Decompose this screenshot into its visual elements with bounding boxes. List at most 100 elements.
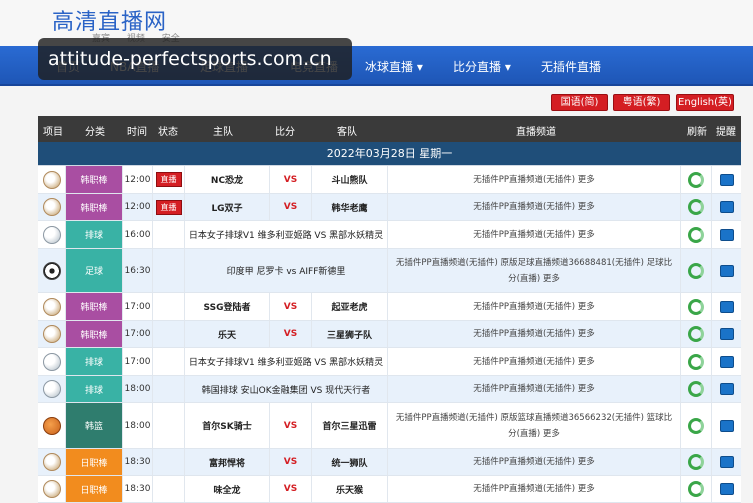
- score-vs: VS: [270, 321, 312, 347]
- refresh-icon[interactable]: [688, 326, 704, 342]
- reminder-icon[interactable]: [719, 456, 734, 468]
- lang-english-button[interactable]: English(英): [676, 94, 734, 111]
- away-team[interactable]: 起亚老虎: [312, 293, 388, 320]
- away-team[interactable]: 斗山熊队: [312, 166, 388, 193]
- live-channels[interactable]: 无插件PP直播频道(无插件) 更多: [388, 166, 681, 193]
- refresh-icon[interactable]: [688, 381, 704, 397]
- table-row: 排球 17:00 日本女子排球V1 维多利亚姬路 VS 黑部水妖精灵 无插件PP直播频…: [38, 348, 741, 376]
- category-label[interactable]: 韩职棒: [66, 166, 123, 193]
- live-badge[interactable]: 直播: [155, 172, 182, 187]
- refresh-icon[interactable]: [688, 298, 704, 315]
- remind-cell: [712, 166, 741, 193]
- home-team[interactable]: NC恐龙: [185, 166, 270, 193]
- refresh-cell: [681, 194, 712, 220]
- nav-item[interactable]: 冰球直播 ▾: [365, 58, 423, 75]
- table-row: 足球 16:30 印度甲 尼罗卡 vs AIFF新德里 无插件PP直播频道(无插件) …: [38, 249, 741, 293]
- table-body: 韩职棒 12:00 直播 NC恐龙 VS 斗山熊队 无插件PP直播频道(无插件) 更多 韩职棒…: [38, 166, 741, 503]
- volleyball-icon: [42, 225, 61, 244]
- status-cell: [153, 403, 185, 448]
- match-time: 18:00: [123, 376, 153, 402]
- category-label[interactable]: 日职棒: [66, 449, 123, 475]
- category-label[interactable]: 排球: [66, 376, 123, 402]
- match-time: 18:00: [123, 403, 153, 448]
- status-cell: [153, 249, 185, 292]
- remind-cell: [712, 293, 741, 320]
- refresh-cell: [681, 376, 712, 402]
- live-badge[interactable]: 直播: [155, 199, 182, 215]
- table-row: 韩职棒 17:00 SSG登陆者 VS 起亚老虎 无插件PP直播频道(无插件) 更多: [38, 293, 741, 321]
- home-team[interactable]: LG双子: [185, 194, 270, 220]
- live-channels[interactable]: 无插件PP直播频道(无插件) 更多: [388, 348, 681, 375]
- home-team[interactable]: SSG登陆者: [185, 293, 270, 320]
- refresh-icon[interactable]: [688, 353, 704, 370]
- reminder-icon[interactable]: [719, 201, 734, 213]
- match-name[interactable]: 日本女子排球V1 维多利亚姬路 VS 黑部水妖精灵: [185, 221, 388, 248]
- home-team[interactable]: 富邦悍将: [185, 449, 270, 475]
- match-name[interactable]: 印度甲 尼罗卡 vs AIFF新德里: [185, 249, 388, 292]
- category-label[interactable]: 排球: [66, 221, 123, 248]
- refresh-icon[interactable]: [688, 262, 704, 279]
- away-team[interactable]: 三星狮子队: [312, 321, 388, 347]
- category-label[interactable]: 韩职棒: [66, 293, 123, 320]
- category-label[interactable]: 韩职棒: [66, 321, 123, 347]
- reminder-icon[interactable]: [719, 264, 734, 277]
- category-label[interactable]: 韩职棒: [66, 194, 123, 220]
- away-team[interactable]: 韩华老鹰: [312, 194, 388, 220]
- match-name[interactable]: 日本女子排球V1 维多利亚姬路 VS 黑部水妖精灵: [185, 348, 388, 375]
- away-team[interactable]: 统一狮队: [312, 449, 388, 475]
- live-channels[interactable]: 无插件PP直播频道(无插件) 更多: [388, 449, 681, 475]
- nav-item[interactable]: 无插件直播: [541, 58, 601, 75]
- category-label[interactable]: 足球: [66, 249, 123, 292]
- remind-cell: [712, 348, 741, 375]
- refresh-icon[interactable]: [688, 171, 704, 188]
- lang-cantonese-button[interactable]: 粤语(繁): [613, 94, 670, 111]
- reminder-icon[interactable]: [719, 328, 734, 340]
- url-watermark: attitude-perfectsports.com.cn: [38, 38, 352, 80]
- away-team[interactable]: 乐天猴: [312, 476, 388, 502]
- live-channels[interactable]: 无插件PP直播频道(无插件) 原版篮球直播频道36566232(无插件) 篮球比…: [388, 403, 681, 448]
- home-team[interactable]: 乐天: [185, 321, 270, 347]
- away-team[interactable]: 首尔三星迅雷: [312, 403, 388, 448]
- lang-mandarin-button[interactable]: 国语(简): [551, 94, 608, 111]
- reminder-icon[interactable]: [719, 300, 734, 313]
- category-label[interactable]: 韩篮: [66, 403, 123, 448]
- live-channels[interactable]: 无插件PP直播频道(无插件) 更多: [388, 293, 681, 320]
- reminder-icon[interactable]: [719, 383, 734, 395]
- match-time: 17:00: [123, 348, 153, 375]
- live-channels[interactable]: 无插件PP直播频道(无插件) 更多: [388, 476, 681, 502]
- category-label[interactable]: 日职棒: [66, 476, 123, 502]
- live-channels[interactable]: 无插件PP直播频道(无插件) 更多: [388, 221, 681, 248]
- remind-cell: [712, 249, 741, 292]
- refresh-cell: [681, 166, 712, 193]
- reminder-icon[interactable]: [719, 355, 734, 368]
- col-header: 时间: [127, 127, 147, 138]
- home-team[interactable]: 首尔SK骑士: [185, 403, 270, 448]
- baseball-icon: [42, 453, 61, 471]
- sport-icon-cell: [38, 476, 66, 502]
- sport-icon-cell: [38, 293, 66, 320]
- reminder-icon[interactable]: [719, 173, 734, 186]
- status-cell: [153, 293, 185, 320]
- live-channels[interactable]: 无插件PP直播频道(无插件) 更多: [388, 194, 681, 220]
- live-channels[interactable]: 无插件PP直播频道(无插件) 更多: [388, 321, 681, 347]
- sport-icon-cell: [38, 249, 66, 292]
- table-row: 韩篮 18:00 首尔SK骑士 VS 首尔三星迅雷 无插件PP直播频道(无插件) 原版篮球…: [38, 403, 741, 449]
- refresh-cell: [681, 321, 712, 347]
- refresh-icon[interactable]: [688, 226, 704, 243]
- refresh-icon[interactable]: [688, 417, 704, 434]
- category-label[interactable]: 排球: [66, 348, 123, 375]
- reminder-icon[interactable]: [719, 228, 734, 241]
- live-channels[interactable]: 无插件PP直播频道(无插件) 原版足球直播频道36688481(无插件) 足球比…: [388, 249, 681, 292]
- live-channels[interactable]: 无插件PP直播频道(无插件) 更多: [388, 376, 681, 402]
- refresh-icon[interactable]: [688, 199, 704, 215]
- match-time: 18:30: [123, 476, 153, 502]
- nav-item[interactable]: 比分直播 ▾: [453, 58, 511, 75]
- reminder-icon[interactable]: [719, 483, 734, 495]
- remind-cell: [712, 194, 741, 220]
- home-team[interactable]: 味全龙: [185, 476, 270, 502]
- status-cell: [153, 348, 185, 375]
- reminder-icon[interactable]: [719, 419, 734, 432]
- refresh-icon[interactable]: [688, 481, 704, 497]
- refresh-icon[interactable]: [688, 454, 704, 470]
- match-name[interactable]: 韩国排球 安山OK金融集团 VS 现代天行者: [185, 376, 388, 402]
